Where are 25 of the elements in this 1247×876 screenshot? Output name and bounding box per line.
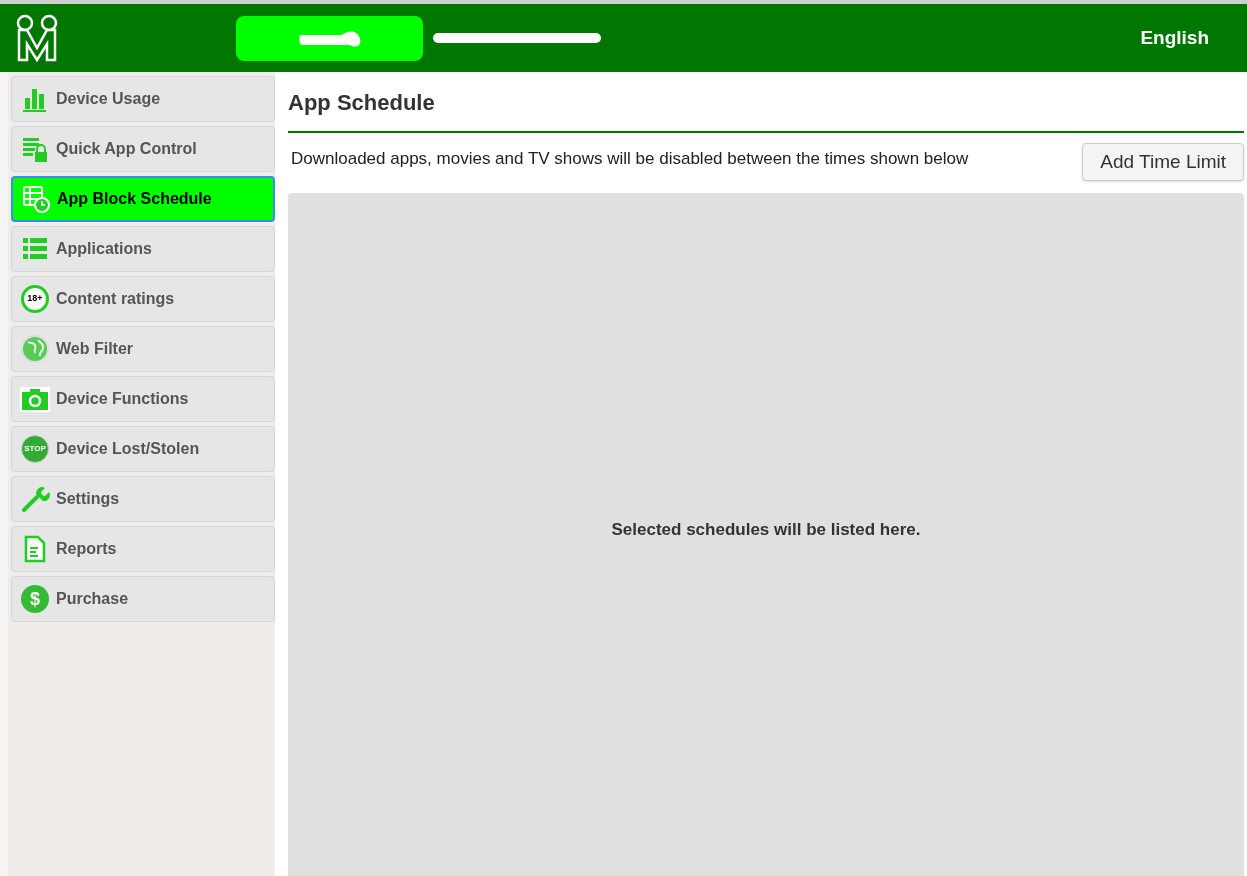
empty-message: Selected schedules will be listed here. (611, 518, 921, 541)
sidebar-item[interactable]: Quick App Control (11, 126, 275, 172)
sidebar-item[interactable]: Web Filter (11, 326, 275, 372)
language-selector[interactable]: English (1140, 23, 1209, 53)
globe-icon (20, 334, 50, 364)
sidebar-item[interactable]: Settings (11, 476, 275, 522)
sidebar-item[interactable]: Device Functions (11, 376, 275, 422)
age-restriction-icon: 18+ (21, 285, 49, 313)
camera-icon (19, 384, 51, 414)
account-pill[interactable] (236, 15, 423, 61)
grid-clock-icon (21, 184, 51, 214)
sidebar-item[interactable]: App Block Schedule (11, 176, 275, 222)
stop-sign-icon: STOP (21, 435, 49, 463)
sidebar-item[interactable]: Reports (11, 526, 275, 572)
page-title: App Schedule (288, 86, 1244, 133)
wrench-icon (20, 484, 50, 514)
logo-icon (16, 14, 58, 62)
dollar-icon: $ (21, 585, 49, 613)
sidebar-item[interactable]: STOP Device Lost/Stolen (11, 426, 275, 472)
sidebar-item[interactable]: 18+ Content ratings (11, 276, 275, 322)
sidebar-item[interactable]: Device Usage (11, 76, 275, 122)
sidebar-item[interactable]: Applications (11, 226, 275, 272)
sidebar-item[interactable]: $ Purchase (11, 576, 275, 622)
description-text: Downloaded apps, movies and TV shows will be disabled between the times shown below (290, 148, 969, 170)
add-time-limit-button[interactable]: Add Time Limit (1082, 143, 1244, 181)
